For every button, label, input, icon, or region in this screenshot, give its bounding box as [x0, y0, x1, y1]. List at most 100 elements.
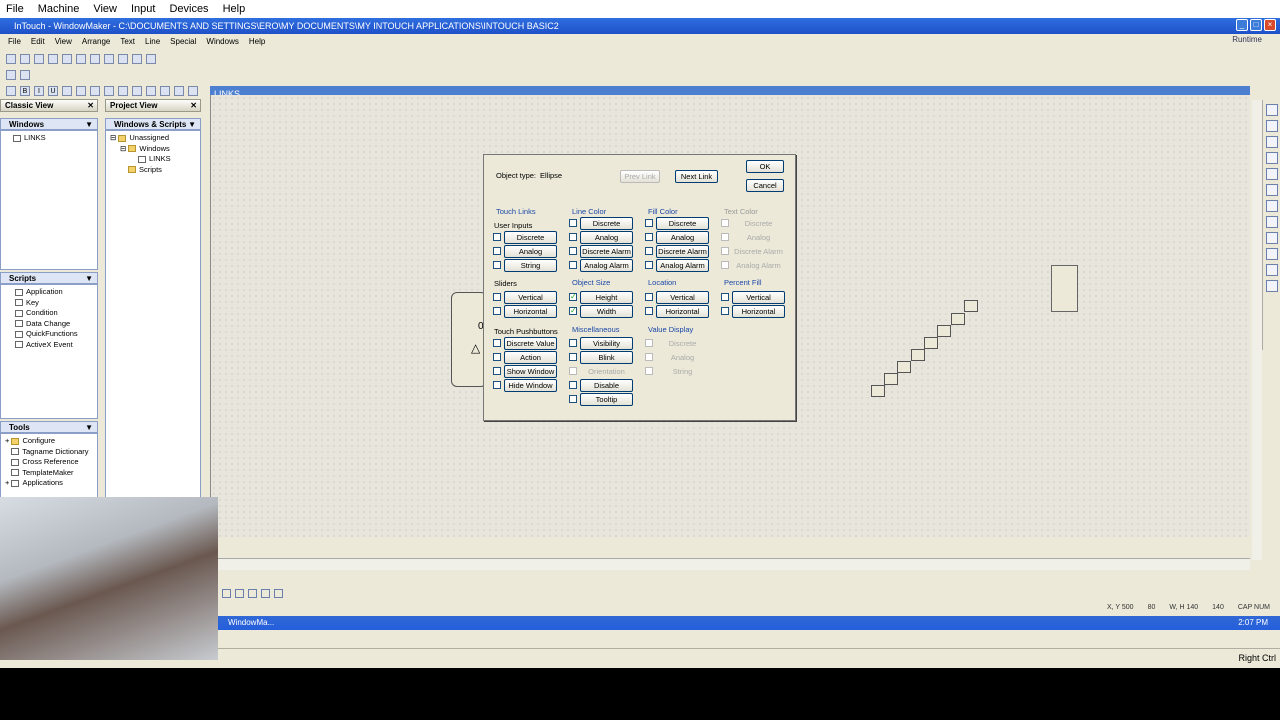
canvas-step[interactable]: [897, 361, 911, 373]
fc-analog-alarm-button[interactable]: Analog Alarm: [656, 259, 709, 272]
align-icon[interactable]: [222, 589, 231, 598]
new-icon[interactable]: [6, 53, 16, 64]
horizontal-scrollbar[interactable]: [210, 558, 1250, 570]
checkbox-misc-blink[interactable]: [569, 353, 577, 361]
print-icon[interactable]: [146, 53, 156, 64]
checkbox-ui-analog[interactable]: [493, 247, 501, 255]
close-icon[interactable]: ✕: [190, 101, 197, 110]
close-icon[interactable]: ✕: [87, 101, 94, 110]
checkbox-lc-analog[interactable]: [569, 233, 577, 241]
checkbox-lc-discrete[interactable]: [569, 219, 577, 227]
polyline-tool-icon[interactable]: [1265, 200, 1278, 212]
os-width-button[interactable]: Width: [580, 305, 633, 318]
checkbox-loc-horizontal[interactable]: [645, 307, 653, 315]
fc-discrete-button[interactable]: Discrete: [656, 217, 709, 230]
tree-item-configure[interactable]: + Configure: [5, 436, 97, 447]
canvas-step[interactable]: [937, 325, 951, 337]
host-menu-file[interactable]: File: [6, 3, 24, 15]
checkbox-pb-show-window[interactable]: [493, 367, 501, 375]
save-all-icon[interactable]: [62, 53, 72, 64]
host-menu-help[interactable]: Help: [223, 3, 246, 15]
cancel-button[interactable]: Cancel: [746, 179, 784, 192]
next-link-button[interactable]: Next Link: [675, 170, 718, 183]
menu-help[interactable]: Help: [249, 37, 265, 46]
italic-icon[interactable]: I: [34, 85, 44, 96]
save-icon[interactable]: [48, 53, 58, 64]
tree-item-condition[interactable]: Condition: [15, 308, 97, 319]
host-menu-devices[interactable]: Devices: [169, 3, 208, 15]
checkbox-slider-vertical[interactable]: [493, 293, 501, 301]
checkbox-pb-discrete-value[interactable]: [493, 339, 501, 347]
host-menu-input[interactable]: Input: [131, 3, 155, 15]
prev-link-button[interactable]: Prev Link: [620, 170, 660, 183]
lc-analog-alarm-button[interactable]: Analog Alarm: [580, 259, 633, 272]
checkbox-fc-discrete-alarm[interactable]: [645, 247, 653, 255]
misc-disable-button[interactable]: Disable: [580, 379, 633, 392]
rounded-rect-tool-icon[interactable]: [1265, 136, 1278, 148]
checkbox-misc-visibility[interactable]: [569, 339, 577, 347]
tree-item-key[interactable]: Key: [15, 298, 97, 309]
cut-icon[interactable]: [76, 53, 86, 64]
tree-item-activex-event[interactable]: ActiveX Event: [15, 340, 97, 351]
checkbox-pf-vertical[interactable]: [721, 293, 729, 301]
bold-icon[interactable]: B: [20, 85, 30, 96]
checkbox-slider-horizontal[interactable]: [493, 307, 501, 315]
align-icon[interactable]: [274, 589, 283, 598]
menu-text[interactable]: Text: [120, 37, 135, 46]
text-tool-icon[interactable]: [1265, 232, 1278, 244]
host-menu-view[interactable]: View: [93, 3, 117, 15]
host-menu-machine[interactable]: Machine: [38, 3, 80, 15]
align-icon[interactable]: [235, 589, 244, 598]
undo-icon[interactable]: [118, 53, 128, 64]
tree-item-data-change[interactable]: Data Change: [15, 319, 97, 330]
grid-icon[interactable]: [20, 69, 30, 80]
tree-item-application[interactable]: Application: [15, 287, 97, 298]
bitmap-tool-icon[interactable]: [1265, 248, 1278, 260]
lc-analog-button[interactable]: Analog: [580, 231, 633, 244]
menu-view[interactable]: View: [55, 37, 72, 46]
ui-analog-button[interactable]: Analog: [504, 245, 557, 258]
checkbox-pb-hide-window[interactable]: [493, 381, 501, 389]
menu-arrange[interactable]: Arrange: [82, 37, 110, 46]
checkbox-fc-analog[interactable]: [645, 233, 653, 241]
checkbox-misc-tooltip[interactable]: [569, 395, 577, 403]
canvas-step[interactable]: [951, 313, 965, 325]
ui-string-button[interactable]: String: [504, 259, 557, 272]
loc-horizontal-button[interactable]: Horizontal: [656, 305, 709, 318]
align-right-icon[interactable]: [118, 85, 128, 96]
vertical-scrollbar[interactable]: [1252, 100, 1262, 560]
tree-item-unassigned[interactable]: ⊟ Unassigned: [110, 133, 200, 144]
font-larger-icon[interactable]: [76, 85, 86, 96]
redo-icon[interactable]: [132, 53, 142, 64]
pointer-icon[interactable]: [6, 69, 16, 80]
canvas-step[interactable]: [884, 373, 898, 385]
tree-item-links[interactable]: LINKS: [13, 133, 97, 144]
misc-tooltip-button[interactable]: Tooltip: [580, 393, 633, 406]
checkbox-lc-discrete-alarm[interactable]: [569, 247, 577, 255]
runtime-button[interactable]: Runtime: [1232, 35, 1262, 44]
tree-item-scripts[interactable]: Scripts: [110, 165, 200, 176]
tree-item-links[interactable]: LINKS: [110, 154, 200, 165]
checkbox-pf-horizontal[interactable]: [721, 307, 729, 315]
checkbox-ui-string[interactable]: [493, 261, 501, 269]
pb-hide-window-button[interactable]: Hide Window: [504, 379, 557, 392]
pb-discrete-value-button[interactable]: Discrete Value: [504, 337, 557, 350]
trend-tool-icon[interactable]: [1265, 280, 1278, 292]
checkbox-misc-disable[interactable]: [569, 381, 577, 389]
misc-blink-button[interactable]: Blink: [580, 351, 633, 364]
line-color-icon[interactable]: [132, 85, 142, 96]
text-color-icon[interactable]: [160, 85, 170, 96]
checkbox-pb-action[interactable]: [493, 353, 501, 361]
pb-show-window-button[interactable]: Show Window: [504, 365, 557, 378]
slider-vertical-button[interactable]: Vertical: [504, 291, 557, 304]
ok-button[interactable]: OK: [746, 160, 784, 173]
polygon-tool-icon[interactable]: [1265, 216, 1278, 228]
pf-horizontal-button[interactable]: Horizontal: [732, 305, 785, 318]
lc-discrete-button[interactable]: Discrete: [580, 217, 633, 230]
align-left-icon[interactable]: [90, 85, 100, 96]
checkbox-os-height[interactable]: ✓: [569, 293, 577, 301]
menu-line[interactable]: Line: [145, 37, 160, 46]
fc-discrete-alarm-button[interactable]: Discrete Alarm: [656, 245, 709, 258]
rectangle-tool-icon[interactable]: [1265, 120, 1278, 132]
close-doc-icon[interactable]: [34, 53, 44, 64]
